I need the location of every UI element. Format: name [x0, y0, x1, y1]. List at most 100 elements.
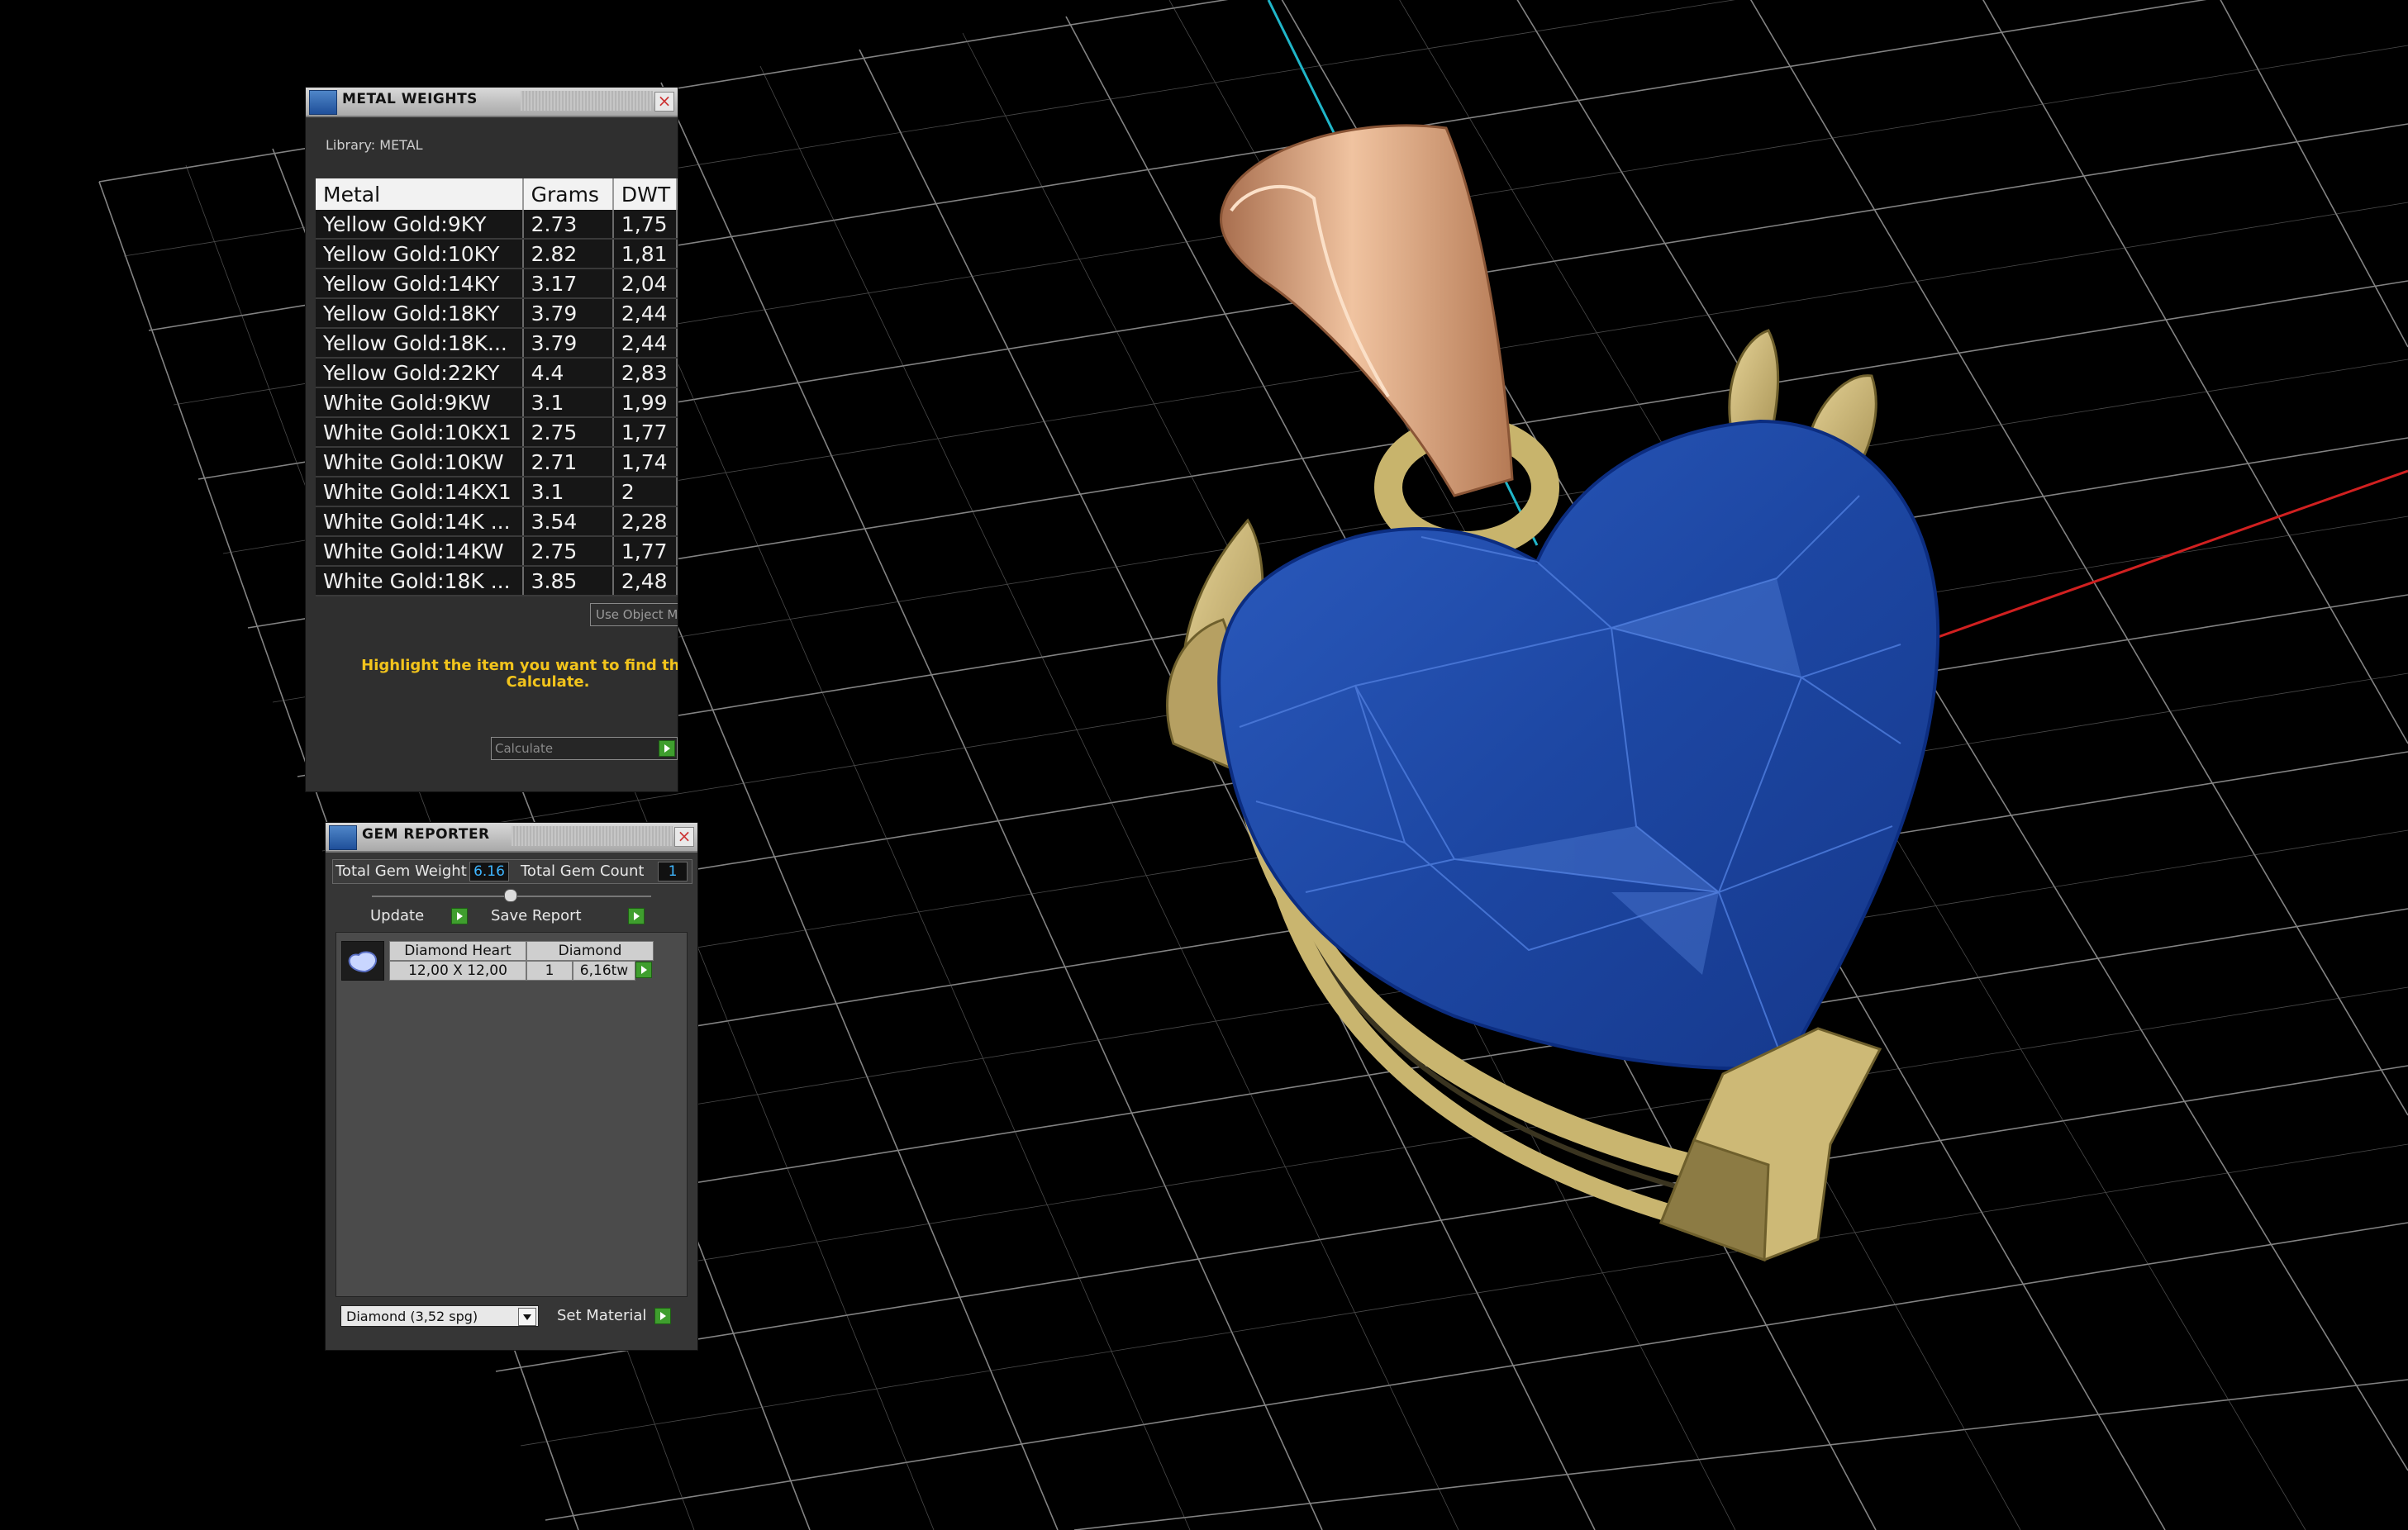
- calculate-button[interactable]: Calculate: [491, 737, 678, 760]
- dwt-cell: 1,77: [612, 536, 678, 567]
- table-row[interactable]: Yellow Gold:9KY 2.73 1,75: [316, 210, 678, 240]
- chevron-down-icon[interactable]: [518, 1308, 536, 1326]
- table-row[interactable]: White Gold:9KW 3.1 1,99: [316, 387, 678, 418]
- grams-cell: 2.73: [522, 210, 614, 240]
- save-report-label: Save Report: [491, 907, 582, 924]
- grams-cell: 3.54: [522, 506, 614, 537]
- dwt-cell: 2: [612, 477, 678, 507]
- grams-cell: 4.4: [522, 358, 614, 388]
- dwt-cell: 1,99: [612, 387, 678, 418]
- close-icon[interactable]: ×: [654, 92, 674, 112]
- bail[interactable]: [1219, 124, 1514, 497]
- gem-material-cell: Diamond: [526, 941, 654, 961]
- metal-cell: White Gold:14KW: [316, 536, 524, 567]
- grams-cell: 3.1: [522, 477, 614, 507]
- titlebar-grip[interactable]: [512, 826, 673, 846]
- metal-cell: White Gold:10KW: [316, 447, 524, 478]
- metal-weights-titlebar[interactable]: METAL WEIGHTS ×: [306, 88, 678, 117]
- total-gem-count-label: Total Gem Count: [521, 862, 645, 880]
- play-icon[interactable]: [659, 740, 675, 757]
- titlebar-grip[interactable]: [521, 91, 653, 111]
- metal-cell: White Gold:14K ...: [316, 506, 524, 537]
- gem-thumbnail[interactable]: [341, 941, 384, 981]
- dwt-cell: 2,04: [612, 268, 678, 299]
- hint-text: Highlight the item you want to find the …: [306, 658, 678, 691]
- metal-cell: Yellow Gold:14KY: [316, 268, 524, 299]
- table-row[interactable]: White Gold:14K ... 3.54 2,28: [316, 506, 678, 537]
- material-select[interactable]: Diamond (3,52 spg): [340, 1305, 539, 1327]
- table-row[interactable]: White Gold:14KX1 3.1 2: [316, 477, 678, 507]
- table-row[interactable]: White Gold:10KW 2.71 1,74: [316, 447, 678, 478]
- grams-cell: 3.17: [522, 268, 614, 299]
- dwt-cell: 1,74: [612, 447, 678, 478]
- table-row[interactable]: Yellow Gold:10KY 2.82 1,81: [316, 239, 678, 269]
- splitter-handle[interactable]: [504, 889, 517, 902]
- metal-weights-panel: METAL WEIGHTS × Library: METAL Metal Gra…: [306, 88, 678, 791]
- gem-size-cell: 12,00 X 12,00: [389, 961, 526, 981]
- heart-gem-icon: [342, 942, 383, 980]
- dwt-cell: 1,81: [612, 239, 678, 269]
- metal-cell: Yellow Gold:9KY: [316, 210, 524, 240]
- set-material-label: Set Material: [557, 1307, 647, 1324]
- hint-line-2: Calculate.: [506, 673, 590, 691]
- grams-cell: 2.71: [522, 447, 614, 478]
- table-row[interactable]: Yellow Gold:14KY 3.17 2,04: [316, 268, 678, 299]
- table-row[interactable]: Yellow Gold:18K... 3.79 2,44: [316, 328, 678, 359]
- grams-cell: 2.75: [522, 417, 614, 448]
- grams-cell: 3.1: [522, 387, 614, 418]
- gem-reporter-panel: GEM REPORTER × Total Gem Weight 6.16 Tot…: [326, 823, 697, 1350]
- table-row[interactable]: White Gold:18K ... 3.85 2,48: [316, 566, 678, 596]
- play-icon[interactable]: [635, 962, 652, 978]
- column-header-metal[interactable]: Metal: [316, 178, 524, 210]
- column-header-grams[interactable]: Grams: [522, 178, 614, 210]
- grams-cell: 3.79: [522, 298, 614, 329]
- gem-list[interactable]: Diamond Heart Diamond 12,00 X 12,00 1 6,…: [336, 932, 688, 1297]
- calculate-label: Calculate: [495, 741, 554, 756]
- table-row[interactable]: White Gold:14KW 2.75 1,77: [316, 536, 678, 567]
- play-icon[interactable]: [451, 908, 468, 924]
- dwt-cell: 1,77: [612, 417, 678, 448]
- save-report-button[interactable]: Save Report: [491, 905, 646, 927]
- column-header-dwt[interactable]: DWT: [612, 178, 678, 210]
- gem-count-cell: 1: [526, 961, 573, 981]
- dwt-cell: 1,75: [612, 210, 678, 240]
- total-gem-weight-label: Total Gem Weight: [336, 862, 467, 880]
- set-material-button[interactable]: Set Material: [557, 1305, 673, 1327]
- library-label: Library: METAL: [326, 137, 423, 153]
- total-gem-count-value: 1: [658, 862, 688, 881]
- dwt-cell: 2,44: [612, 328, 678, 359]
- total-gem-weight-value: 6.16: [469, 862, 509, 881]
- hint-line-1: Highlight the item you want to find the …: [361, 657, 678, 674]
- play-icon[interactable]: [654, 1308, 671, 1324]
- metal-cell: Yellow Gold:18KY: [316, 298, 524, 329]
- play-icon[interactable]: [628, 908, 645, 924]
- table-row[interactable]: Yellow Gold:18KY 3.79 2,44: [316, 298, 678, 329]
- metal-table[interactable]: Metal Grams DWT Yellow Gold:9KY 2.73 1,75 …: [316, 178, 678, 596]
- table-row[interactable]: White Gold:10KX1 2.75 1,77: [316, 417, 678, 448]
- panel-title: GEM REPORTER: [362, 826, 490, 843]
- panel-title: METAL WEIGHTS: [342, 91, 478, 107]
- update-button[interactable]: Update: [370, 905, 469, 927]
- dwt-cell: 2,48: [612, 566, 678, 596]
- table-header-row: Metal Grams DWT: [316, 178, 678, 210]
- metal-cell: White Gold:9KW: [316, 387, 524, 418]
- grams-cell: 2.82: [522, 239, 614, 269]
- dwt-cell: 2,28: [612, 506, 678, 537]
- gem-reporter-titlebar[interactable]: GEM REPORTER ×: [326, 823, 697, 853]
- metal-cell: White Gold:18K ...: [316, 566, 524, 596]
- gem-reporter-icon: [329, 825, 357, 850]
- dwt-cell: 2,83: [612, 358, 678, 388]
- use-object-button[interactable]: Use Object M: [590, 603, 678, 626]
- metal-cell: Yellow Gold:10KY: [316, 239, 524, 269]
- grams-cell: 3.85: [522, 566, 614, 596]
- gem-shape-cell: Diamond Heart: [389, 941, 526, 961]
- x-axis: [1916, 469, 2408, 646]
- close-icon[interactable]: ×: [674, 827, 694, 847]
- grams-cell: 2.75: [522, 536, 614, 567]
- material-select-value: Diamond (3,52 spg): [346, 1309, 478, 1324]
- gem-row-go-button[interactable]: [635, 961, 654, 979]
- update-label: Update: [370, 907, 425, 924]
- table-row[interactable]: Yellow Gold:22KY 4.4 2,83: [316, 358, 678, 388]
- metal-cell: White Gold:14KX1: [316, 477, 524, 507]
- metal-weights-icon: [309, 90, 337, 115]
